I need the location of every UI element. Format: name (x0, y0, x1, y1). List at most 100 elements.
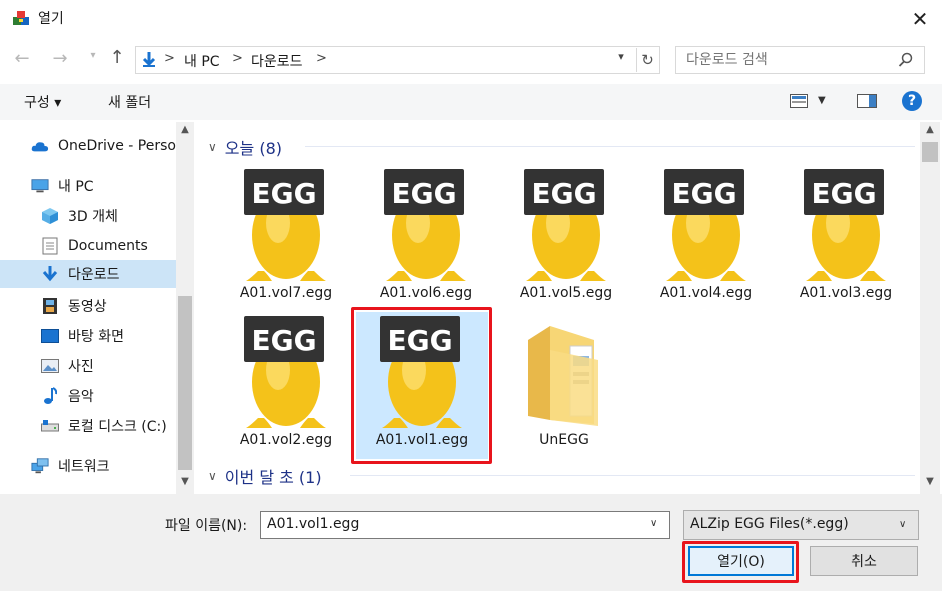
search-box[interactable] (675, 46, 925, 74)
sidebar-item-label: 다운로드 (68, 267, 120, 283)
back-arrow-icon[interactable]: ← (10, 48, 34, 72)
download-arrow-icon (142, 52, 156, 67)
sidebar-item-pictures[interactable]: 사진 (0, 352, 176, 380)
dialog-footer (0, 494, 942, 591)
recent-locations-chevron-icon[interactable]: ▾ (86, 50, 100, 70)
annotation-highlight-box (351, 307, 492, 464)
breadcrumb-downloads[interactable]: 다운로드 (251, 51, 303, 71)
search-input[interactable] (686, 52, 886, 68)
scroll-down-arrow-icon[interactable]: ▼ (176, 476, 194, 492)
breadcrumb-separator[interactable]: > (232, 51, 243, 66)
document-icon (41, 237, 59, 255)
group-label: 이번 달 초 (1) (224, 468, 322, 487)
file-type-dropdown-icon[interactable]: ∨ (899, 519, 906, 530)
network-icon (31, 457, 49, 475)
file-name: A01.vol3.egg (799, 285, 893, 301)
egg-badge-text: EGG (391, 177, 456, 210)
change-view-icon[interactable] (790, 94, 808, 108)
view-dropdown-icon[interactable]: ▼ (818, 95, 826, 106)
file-name: A01.vol5.egg (519, 285, 613, 301)
breadcrumb-separator[interactable]: > (316, 51, 327, 66)
picture-icon (41, 357, 59, 375)
file-name: A01.vol6.egg (379, 285, 473, 301)
file-name: A01.vol7.egg (239, 285, 333, 301)
scroll-up-arrow-icon[interactable]: ▲ (920, 124, 940, 140)
egg-archive-icon: EGG (244, 169, 326, 281)
group-header-earlier-this-month[interactable]: ∨ 이번 달 초 (1) (208, 464, 322, 488)
title-bar (0, 0, 942, 38)
sidebar-item-desktop[interactable]: 바탕 화면 (0, 322, 176, 350)
preview-pane-icon[interactable] (857, 94, 877, 108)
3d-objects-icon (41, 207, 59, 225)
egg-archive-icon: EGG (804, 169, 886, 281)
collapse-chevron-icon: ∨ (208, 140, 217, 154)
sidebar-item-network[interactable]: 네트워크 (0, 452, 176, 480)
sidebar-item-label: 동영상 (68, 299, 107, 315)
sidebar-item-label: 사진 (68, 359, 94, 375)
filename-input[interactable]: A01.vol1.egg (260, 511, 670, 539)
file-name: UnEGG (539, 432, 589, 448)
sidebar-item-label: 로컬 디스크 (C:) (68, 419, 167, 435)
up-arrow-icon[interactable]: ↑ (106, 47, 128, 71)
sidebar-item-downloads[interactable]: 다운로드 (0, 260, 176, 288)
egg-badge-text: EGG (811, 177, 876, 210)
new-folder-button[interactable]: 새 폴더 (108, 92, 151, 112)
organize-menu-button[interactable]: 구성 ▾ (24, 92, 61, 112)
scroll-down-arrow-icon[interactable]: ▼ (920, 476, 940, 492)
egg-badge-text: EGG (251, 177, 316, 210)
sidebar-item-local-disk[interactable]: 로컬 디스크 (C:) (0, 412, 176, 440)
folder-icon (528, 326, 598, 426)
file-item[interactable]: EGG A01.vol2.egg (220, 312, 352, 454)
breadcrumb-this-pc[interactable]: 내 PC (184, 51, 220, 71)
sidebar-item-this-pc[interactable]: 내 PC (0, 172, 176, 200)
sidebar-item-label: 음악 (68, 389, 94, 405)
sidebar-scroll-thumb[interactable] (178, 296, 192, 470)
file-name: A01.vol2.egg (239, 432, 333, 448)
sidebar-item-label: 바탕 화면 (68, 329, 124, 345)
group-divider (305, 146, 915, 147)
address-bar[interactable]: > 내 PC > 다운로드 > ▾ ↻ (135, 46, 660, 74)
filename-dropdown-icon[interactable]: ∨ (650, 518, 657, 529)
forward-arrow-icon[interactable]: → (48, 48, 72, 72)
group-label: 오늘 (8) (224, 139, 282, 158)
music-note-icon (41, 387, 59, 405)
refresh-icon[interactable]: ↻ (636, 48, 658, 72)
close-icon: ✕ (911, 7, 929, 31)
content-scrollbar[interactable] (920, 122, 940, 494)
sidebar-item-label: Documents (68, 238, 148, 254)
egg-badge-text: EGG (671, 177, 736, 210)
egg-badge-text: EGG (251, 324, 316, 357)
search-icon[interactable] (898, 52, 914, 68)
file-item[interactable]: EGG A01.vol7.egg (220, 165, 352, 307)
address-dropdown-icon[interactable]: ▾ (612, 50, 630, 70)
cancel-button[interactable]: 취소 (810, 546, 918, 576)
sidebar-item-label: 3D 개체 (68, 209, 118, 225)
egg-archive-icon: EGG (664, 169, 746, 281)
sidebar-item-onedrive[interactable]: OneDrive - Person (0, 132, 176, 160)
computer-icon (31, 177, 49, 195)
sidebar-item-music[interactable]: 음악 (0, 382, 176, 410)
desktop-icon (41, 327, 59, 345)
file-item[interactable]: EGG A01.vol5.egg (500, 165, 632, 307)
sidebar-item-label: 네트워크 (58, 459, 110, 475)
scroll-up-arrow-icon[interactable]: ▲ (176, 124, 194, 140)
sidebar-item-videos[interactable]: 동영상 (0, 292, 176, 320)
onedrive-cloud-icon (31, 137, 49, 155)
file-type-select[interactable]: ALZip EGG Files(*.egg) (683, 510, 919, 540)
sidebar-item-3d-objects[interactable]: 3D 개체 (0, 202, 176, 230)
file-item[interactable]: UnEGG (498, 312, 630, 454)
close-button[interactable]: ✕ (900, 4, 940, 34)
file-item[interactable]: EGG A01.vol6.egg (360, 165, 492, 307)
group-header-today[interactable]: ∨ 오늘 (8) (208, 135, 282, 159)
help-icon[interactable]: ? (902, 91, 922, 111)
sidebar-item-documents[interactable]: Documents (0, 232, 176, 260)
breadcrumb-separator[interactable]: > (164, 51, 175, 66)
egg-archive-icon: EGG (524, 169, 606, 281)
content-scroll-thumb[interactable] (922, 142, 938, 162)
collapse-chevron-icon: ∨ (208, 469, 217, 483)
file-item[interactable]: EGG A01.vol3.egg (780, 165, 912, 307)
file-name: A01.vol4.egg (659, 285, 753, 301)
file-item[interactable]: EGG A01.vol4.egg (640, 165, 772, 307)
local-disk-icon (41, 417, 59, 435)
window-title: 열기 (38, 11, 64, 27)
